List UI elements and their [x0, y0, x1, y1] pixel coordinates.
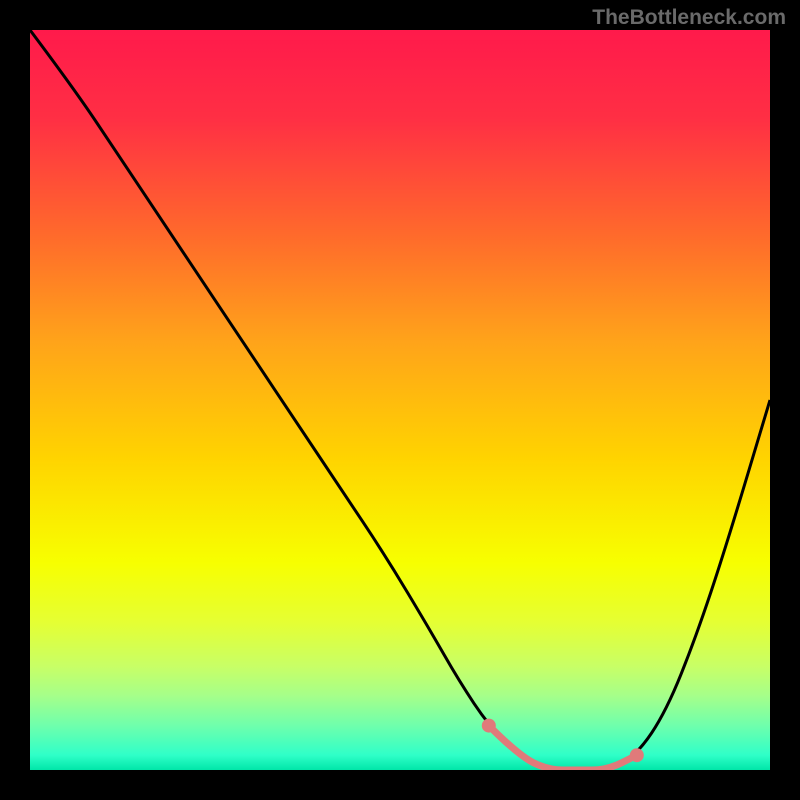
plot-background: [30, 30, 770, 770]
watermark-text: TheBottleneck.com: [592, 6, 786, 30]
